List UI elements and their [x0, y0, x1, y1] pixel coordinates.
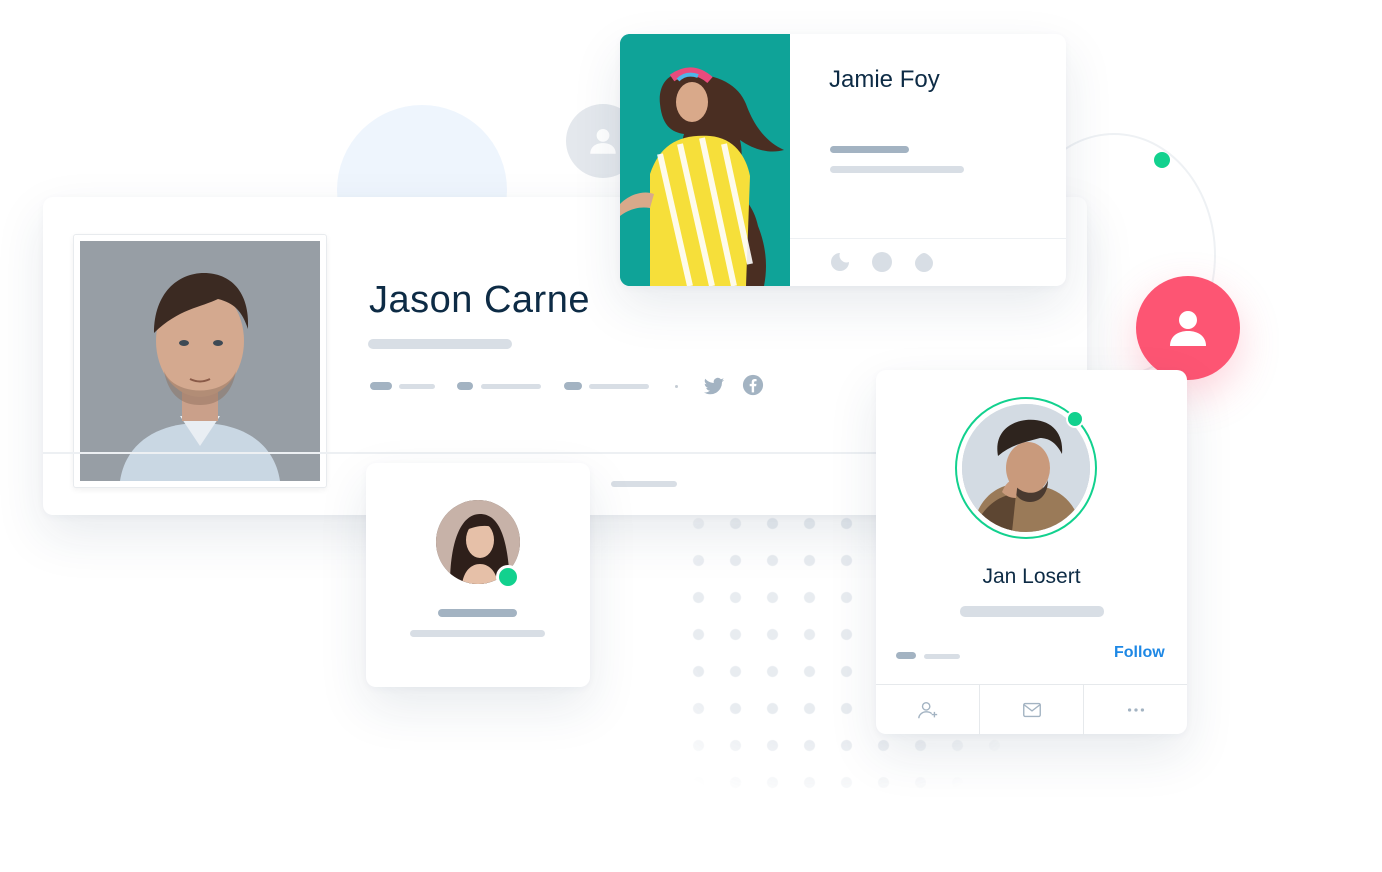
placeholder-bar	[410, 630, 545, 637]
user-icon	[1170, 311, 1206, 346]
profile-card-jan: Jan Losert Follow	[876, 370, 1187, 735]
profile-photo[interactable]	[80, 241, 320, 481]
moon-icon	[831, 253, 849, 271]
placeholder-bar	[370, 382, 392, 390]
card-divider	[790, 238, 1066, 239]
more-options-button[interactable]	[1084, 685, 1187, 735]
profile-card-jamie: Jamie Foy	[620, 34, 1066, 286]
twitter-icon	[703, 377, 725, 395]
profile-name: Jamie Foy	[829, 66, 940, 93]
add-friend-button[interactable]	[876, 685, 980, 735]
placeholder-bar	[438, 609, 517, 617]
placeholder-bar	[924, 654, 960, 659]
placeholder-bar	[399, 384, 435, 389]
facebook-link[interactable]	[742, 374, 764, 396]
profile-photo-frame	[73, 234, 327, 488]
user-icon	[590, 128, 616, 154]
profile-card-woman	[366, 463, 590, 687]
more-icon	[1127, 708, 1144, 712]
placeholder-bar	[611, 481, 677, 487]
online-status-dot	[496, 565, 520, 589]
action-icon-moon[interactable]	[830, 252, 850, 272]
separator-dot	[675, 385, 678, 388]
drop-icon	[915, 253, 933, 272]
message-button[interactable]	[980, 685, 1084, 735]
add-profile-badge[interactable]	[1136, 276, 1240, 380]
placeholder-bar	[589, 384, 649, 389]
profile-name: Jason Carne	[369, 279, 590, 321]
action-icon-drop[interactable]	[914, 252, 934, 272]
follow-button[interactable]: Follow	[1114, 644, 1165, 662]
placeholder-bar	[960, 606, 1104, 617]
placeholder-bar	[368, 339, 512, 349]
placeholder-bar	[481, 384, 541, 389]
twitter-link[interactable]	[703, 375, 725, 397]
action-icon-circle[interactable]	[872, 252, 892, 272]
placeholder-bar	[896, 652, 916, 659]
facebook-icon	[742, 374, 764, 396]
woman-portrait-image	[620, 34, 790, 286]
placeholder-bar	[830, 166, 964, 173]
profile-name: Jan Losert	[982, 565, 1081, 588]
card-action-bar	[876, 684, 1187, 735]
placeholder-bar	[457, 382, 473, 390]
placeholder-bar	[830, 146, 909, 153]
profile-photo[interactable]	[620, 34, 790, 286]
online-indicator	[1154, 152, 1170, 168]
placeholder-bar	[564, 382, 582, 390]
man-portrait-image	[80, 241, 320, 481]
online-status-dot	[1066, 410, 1084, 428]
envelope-icon	[1022, 702, 1041, 718]
add-friend-icon	[917, 701, 937, 719]
